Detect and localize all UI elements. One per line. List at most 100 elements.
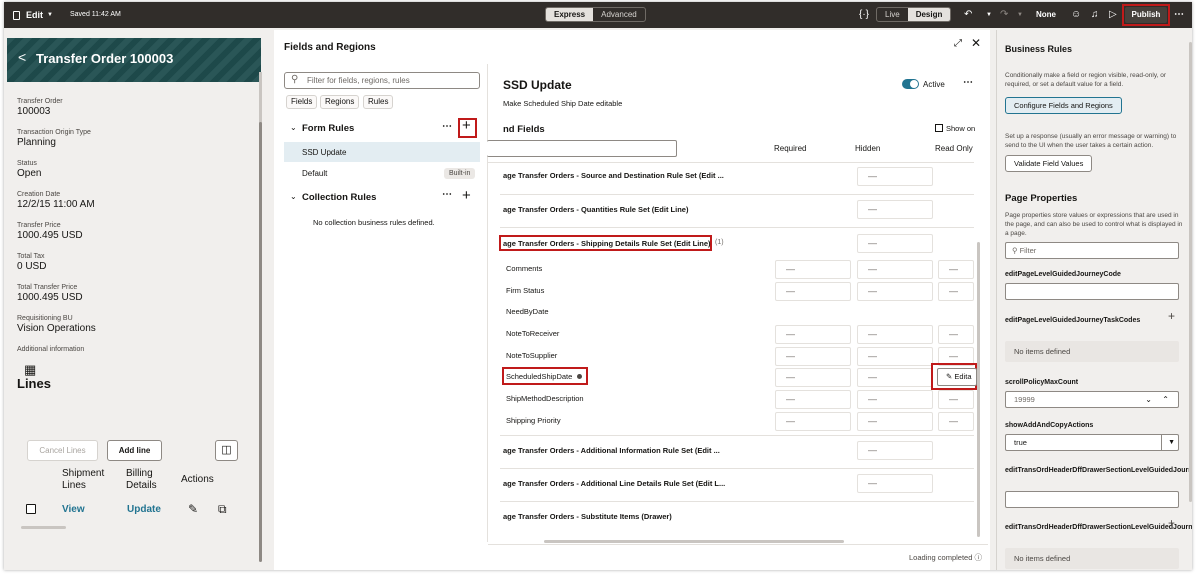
filter-placeholder: Filter for fields, regions, rules	[307, 76, 410, 85]
rule-more-icon[interactable]: ⋯	[963, 77, 973, 88]
chevron-up-icon[interactable]: ⌃	[1162, 392, 1169, 407]
hidden-cell[interactable]: —	[857, 200, 933, 219]
detail-value: 1000.495 USD	[17, 230, 83, 241]
property-label: scrollPolicyMaxCount	[1005, 379, 1079, 386]
field-row-comments: Comments	[506, 264, 543, 273]
required-cell[interactable]: —	[775, 412, 851, 431]
required-cell[interactable]: —	[775, 390, 851, 409]
vertical-scrollbar[interactable]	[259, 122, 262, 562]
hidden-cell[interactable]: —	[857, 368, 933, 387]
hidden-cell[interactable]: —	[857, 441, 933, 460]
ruleset-row[interactable]: age Transfer Orders - Additional Line De…	[503, 479, 725, 488]
ruleset-row[interactable]: age Transfer Orders - Quantities Rule Se…	[503, 205, 688, 214]
ruleset-row[interactable]: age Transfer Orders - Source and Destina…	[503, 171, 724, 180]
hidden-cell[interactable]: —	[857, 167, 933, 186]
rule-item-default[interactable]: Default	[302, 169, 327, 178]
add-property-icon[interactable]: +	[1168, 309, 1175, 323]
redo-icon[interactable]: ↷	[1000, 8, 1008, 22]
chevron-down-icon[interactable]: ⌄	[290, 192, 297, 201]
hidden-cell[interactable]: —	[857, 325, 933, 344]
detail-label: Total Transfer Price	[17, 284, 78, 291]
express-mode-button[interactable]: Express	[546, 8, 594, 21]
play-icon[interactable]: ▷	[1109, 8, 1117, 22]
read-only-cell[interactable]: —	[938, 282, 974, 301]
horizontal-scrollbar[interactable]	[21, 526, 66, 529]
hidden-cell[interactable]: —	[857, 390, 933, 409]
vertical-scrollbar[interactable]	[977, 242, 980, 537]
form-rules-more-icon[interactable]: ⋯	[442, 121, 452, 132]
vertical-scrollbar[interactable]	[1189, 42, 1192, 502]
ruleset-row[interactable]: age Transfer Orders - Substitute Items (…	[503, 512, 672, 521]
scroll-policy-input[interactable]: 19999 ⌄ ⌃	[1005, 391, 1179, 408]
required-cell[interactable]: —	[775, 260, 851, 279]
back-icon[interactable]: <	[18, 49, 26, 65]
chevron-down-icon[interactable]: ⌄	[290, 123, 297, 132]
saved-status: Saved 11:42 AM	[70, 11, 121, 18]
chevron-down-icon[interactable]: ▼	[1161, 435, 1175, 450]
advanced-mode-button[interactable]: Advanced	[593, 8, 645, 21]
active-toggle[interactable]	[902, 79, 919, 89]
hidden-cell[interactable]: —	[857, 474, 933, 493]
show-add-copy-select[interactable]: true ▼	[1005, 434, 1179, 451]
read-only-cell[interactable]: —	[938, 260, 974, 279]
read-only-cell[interactable]: —	[938, 325, 974, 344]
redo-menu-icon[interactable]: ▼	[1017, 8, 1023, 22]
chip-rules[interactable]: Rules	[363, 95, 394, 109]
required-cell[interactable]: —	[775, 347, 851, 366]
code-icon[interactable]: {·}	[859, 8, 869, 22]
fields-filter-input[interactable]	[487, 140, 677, 157]
ruleset-row[interactable]: age Transfer Orders - Additional Informa…	[503, 446, 720, 455]
hidden-cell[interactable]: —	[857, 412, 933, 431]
add-line-button[interactable]: Add line	[107, 440, 162, 461]
horizontal-scrollbar[interactable]	[544, 540, 844, 543]
undo-icon[interactable]: ↶	[964, 8, 972, 22]
row-checkbox[interactable]	[26, 504, 36, 514]
add-collection-rule-icon[interactable]: +	[462, 187, 471, 204]
property-input[interactable]	[1005, 283, 1179, 300]
editable-button[interactable]: ✎ Edita	[937, 368, 977, 386]
properties-filter-input[interactable]: ⚲ Filter	[1005, 242, 1179, 259]
rule-item-ssd-update[interactable]: SSD Update	[302, 148, 346, 157]
show-on-checkbox[interactable]	[935, 124, 943, 132]
none-label[interactable]: None	[1036, 8, 1056, 22]
add-form-rule-icon[interactable]: +	[462, 117, 471, 134]
smiley-icon[interactable]: ☺	[1071, 8, 1081, 22]
hidden-cell[interactable]: —	[857, 347, 933, 366]
add-property-icon[interactable]: +	[1168, 516, 1175, 530]
chip-fields[interactable]: Fields	[286, 95, 318, 109]
columns-icon[interactable]: ◫	[215, 440, 238, 461]
edit-pencil-icon[interactable]: ✎	[188, 502, 198, 516]
copy-icon[interactable]: ⧉	[218, 502, 227, 517]
property-input[interactable]	[1005, 491, 1179, 508]
hidden-cell[interactable]: —	[857, 282, 933, 301]
hidden-cell[interactable]: —	[857, 234, 933, 253]
publish-button[interactable]: Publish	[1125, 7, 1167, 23]
read-only-cell[interactable]: —	[938, 390, 974, 409]
rule-description: Make Scheduled Ship Date editable	[503, 99, 623, 108]
chip-regions[interactable]: Regions	[320, 95, 360, 109]
collection-more-icon[interactable]: ⋯	[442, 189, 452, 200]
close-icon[interactable]: ✕	[971, 36, 981, 50]
hidden-cell[interactable]: —	[857, 260, 933, 279]
ruleset-row-shipping-details[interactable]: age Transfer Orders - Shipping Details R…	[503, 239, 711, 248]
expand-icon[interactable]: ⤢	[954, 38, 962, 49]
required-cell[interactable]: —	[775, 282, 851, 301]
rules-filter-input[interactable]: ⚲ Filter for fields, regions, rules	[284, 72, 480, 89]
view-link[interactable]: View	[62, 504, 85, 515]
validate-field-values-button[interactable]: Validate Field Values	[1005, 155, 1093, 172]
loading-status: Loading completed ⓘ	[909, 552, 982, 563]
bell-icon[interactable]: ♫	[1091, 8, 1099, 22]
required-cell[interactable]: —	[775, 325, 851, 344]
read-only-cell[interactable]: —	[938, 412, 974, 431]
more-icon[interactable]: ⋯	[1174, 8, 1184, 22]
required-cell[interactable]: —	[775, 368, 851, 387]
live-view-button[interactable]: Live	[877, 8, 908, 21]
design-view-button[interactable]: Design	[907, 8, 951, 21]
chevron-down-icon[interactable]: ⌄	[1145, 392, 1152, 407]
undo-menu-icon[interactable]: ▼	[986, 8, 992, 22]
top-bar: Edit ▼ Saved 11:42 AM Express Advanced {…	[4, 2, 1192, 28]
update-link[interactable]: Update	[127, 504, 161, 515]
configure-fields-button[interactable]: Configure Fields and Regions	[1005, 97, 1122, 114]
edit-menu[interactable]: Edit ▼	[13, 10, 53, 20]
cancel-lines-button[interactable]: Cancel Lines	[27, 440, 98, 461]
